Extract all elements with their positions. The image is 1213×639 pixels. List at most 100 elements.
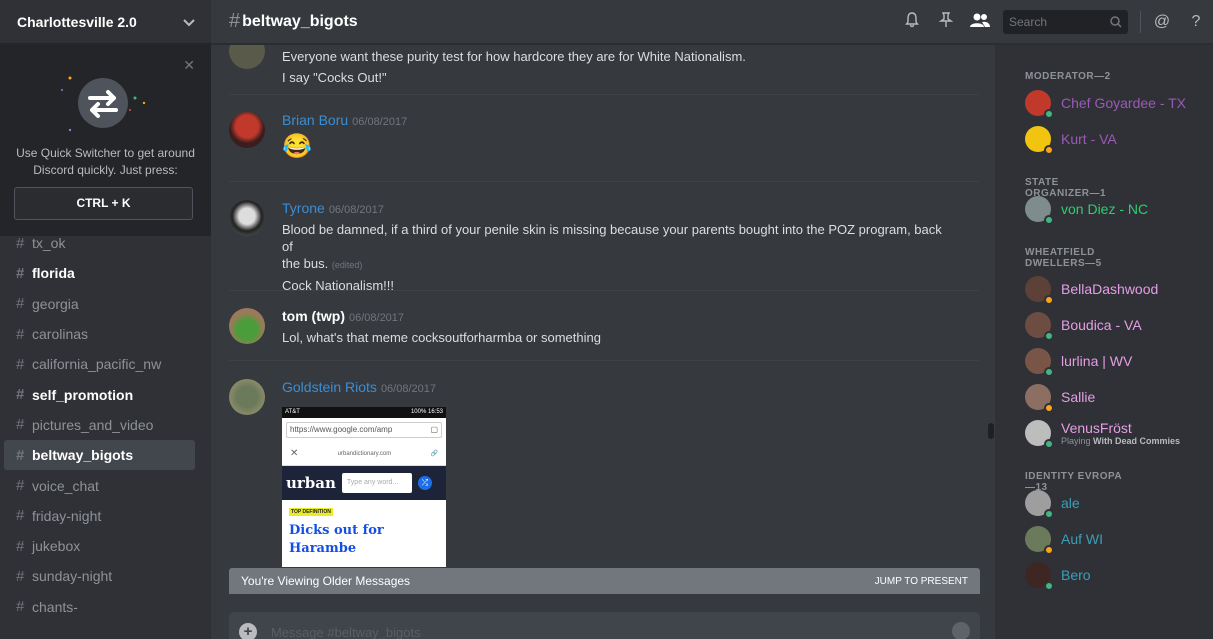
channel-hash-icon: # (229, 10, 241, 32)
member-name: Kurt - VA (1061, 130, 1117, 147)
message-list: Everyone want these purity test for how … (211, 45, 989, 568)
member-item[interactable]: Auf WI (1025, 523, 1205, 555)
channel-item[interactable]: # jukebox (4, 531, 195, 561)
guild-header[interactable]: Charlottesville 2.0 (0, 0, 211, 44)
avatar[interactable] (229, 379, 265, 415)
member-item[interactable]: Boudica - VA (1025, 309, 1205, 341)
member-item[interactable]: Sallie (1025, 381, 1205, 413)
message-group: Everyone want these purity test for how … (229, 45, 979, 85)
activity-name: With Dead Commies (1093, 435, 1180, 446)
member-name: Chef Goyardee - TX (1061, 94, 1187, 111)
channel-item[interactable]: # pictures_and_video (4, 410, 195, 440)
mention-icon[interactable]: @ (1145, 13, 1179, 31)
channel-item[interactable]: # chants- (4, 592, 195, 622)
emoji-picker-icon[interactable] (952, 622, 970, 639)
older-messages-text: You're Viewing Older Messages (241, 574, 411, 588)
quick-switcher-shortcut-button[interactable]: CTRL + K (14, 187, 193, 220)
carrier-label: AT&T (285, 409, 300, 415)
chevron-down-icon[interactable] (183, 14, 195, 30)
channel-hash-icon: # (16, 416, 25, 434)
close-icon[interactable]: ✕ (183, 57, 195, 74)
message-author[interactable]: Brian Boru (282, 112, 348, 128)
message-author[interactable]: Goldstein Riots (282, 379, 377, 395)
browser-url-bar: https://www.google.com/amp ▢ (286, 422, 442, 438)
member-item[interactable]: Chef Goyardee - TX (1025, 87, 1205, 119)
status-indicator-icon (1044, 367, 1054, 377)
avatar (1025, 348, 1054, 377)
member-item[interactable]: Kurt - VA (1025, 123, 1205, 155)
browser-url: https://www.google.com/amp (290, 425, 393, 434)
avatar (1025, 196, 1054, 225)
channel-item[interactable]: # friday-night (4, 501, 195, 531)
message-group: Tyrone 06/08/2017 Blood be damned, if a t… (229, 200, 979, 293)
activity-prefix: Playing (1061, 435, 1091, 446)
channel-name: pictures_and_video (32, 416, 154, 433)
avatar[interactable] (229, 308, 265, 344)
channel-item[interactable]: # georgia (4, 289, 195, 319)
member-name: lurlina | WV (1061, 352, 1133, 369)
message-text: Lol, what's that meme cocksoutforharmba … (282, 330, 601, 345)
quick-switcher-illustration-icon (61, 76, 146, 132)
link-icon: 🔗 (430, 451, 438, 457)
channel-item[interactable]: # voice_chat (4, 470, 195, 500)
quick-switcher-text: Use Quick Switcher to get around Discord… (0, 145, 211, 179)
member-item[interactable]: lurlina | WV (1025, 345, 1205, 377)
channel-item[interactable]: # self_promotion (4, 379, 195, 409)
channel-item[interactable]: # california_pacific_nw (4, 349, 195, 379)
message-author[interactable]: tom (twp) (282, 308, 345, 324)
message-scrollbar[interactable] (987, 45, 995, 639)
help-icon[interactable]: ? (1179, 13, 1213, 31)
guild-name: Charlottesville 2.0 (17, 13, 137, 30)
channel-item[interactable]: # sunday-night (4, 561, 195, 591)
pin-icon[interactable] (929, 11, 963, 33)
bell-icon[interactable] (895, 11, 929, 33)
laughing-emoji-icon: 😂 (282, 133, 312, 160)
member-item[interactable]: von Diez - NC (1025, 193, 1205, 225)
members-icon[interactable] (963, 12, 997, 33)
edited-label: (edited) (331, 260, 363, 270)
ud-search-field: Type any word... (341, 473, 412, 493)
member-item[interactable]: BellaDashwood (1025, 273, 1205, 305)
channel-item[interactable]: # beltway_bigots (4, 440, 195, 471)
avatar (1025, 490, 1054, 519)
scrollbar-thumb[interactable] (988, 423, 994, 439)
upload-plus-icon[interactable]: + (239, 623, 257, 639)
definition-word-line1: Dicks out for (289, 523, 384, 538)
jump-to-present-button[interactable]: JUMP TO PRESENT (875, 576, 968, 587)
member-item[interactable]: VenusFröst Playing With Dead Commies (1025, 417, 1205, 449)
channel-hash-icon: # (16, 507, 25, 525)
member-item[interactable]: Bero (1025, 559, 1205, 591)
message-divider (229, 290, 979, 291)
image-attachment[interactable]: AT&T 100% 16:53 https://www.google.com/a… (282, 407, 446, 567)
channel-name: self_promotion (32, 386, 134, 403)
member-name: Sallie (1061, 388, 1096, 405)
message-input[interactable] (271, 624, 911, 639)
message-text: I say "Cocks Out!" (282, 70, 387, 85)
message-author[interactable]: Tyrone (282, 200, 325, 216)
urban-dictionary-logo: urban (286, 474, 336, 492)
status-indicator-icon (1044, 403, 1054, 413)
avatar (1025, 276, 1054, 305)
quick-switcher-line2: Discord quickly. Just press: (33, 163, 178, 177)
avatar[interactable] (229, 112, 265, 148)
search-input[interactable]: Search (1003, 10, 1128, 34)
tab-icon: ▢ (430, 425, 438, 434)
status-indicator-icon (1044, 109, 1054, 119)
avatar (1025, 384, 1054, 413)
shuffle-icon: ⤮ (417, 476, 432, 490)
avatar[interactable] (229, 45, 265, 69)
channel-hash-icon: # (16, 295, 25, 313)
channel-hash-icon: # (16, 598, 25, 616)
top-definition-tag: TOP DEFINITION (289, 508, 333, 516)
channel-item[interactable]: # carolinas (4, 319, 195, 349)
channel-name: chants- (32, 598, 78, 615)
channel-item[interactable]: # florida (4, 258, 195, 288)
channel-name: friday-night (32, 507, 102, 524)
member-item[interactable]: ale (1025, 487, 1205, 519)
urban-dictionary-header: urban Type any word... ⤮ (282, 466, 446, 500)
status-indicator-icon (1044, 439, 1054, 449)
message-timestamp: 06/08/2017 (348, 312, 405, 324)
member-name: Auf WI (1061, 530, 1104, 547)
channel-list: # tx_ok # florida # georgia # carolinas # califor… (0, 228, 211, 622)
avatar[interactable] (229, 200, 265, 236)
